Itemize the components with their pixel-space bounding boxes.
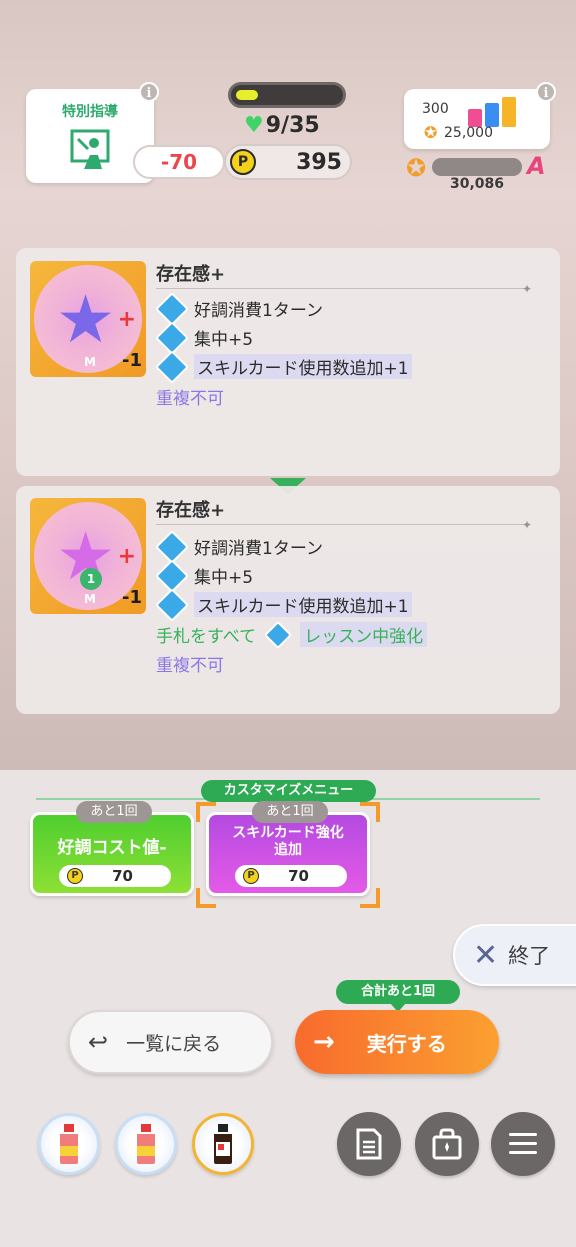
plus-icon: + bbox=[117, 544, 136, 569]
points-display: P 395 bbox=[224, 144, 352, 180]
bar-blue bbox=[485, 103, 499, 127]
bar-yellow bbox=[502, 97, 516, 127]
rank-star-icon: ✪ bbox=[406, 154, 427, 182]
focus-icon bbox=[155, 558, 189, 593]
skill-card-image: ★ + 1 M -1 bbox=[30, 498, 146, 614]
back-label: 一覧に戻る bbox=[126, 1032, 222, 1055]
skill-panel-after: ★ + 1 M -1 存在感+ ✦ 好調消費1ターン 集中+5 スキルカード使用… bbox=[16, 486, 560, 714]
skill-card-title: 存在感+ bbox=[156, 264, 226, 285]
sparkle-icon: ✦ bbox=[522, 518, 533, 532]
effect-line: スキルカード使用数追加+1 bbox=[155, 587, 412, 622]
effect-line: スキルカード使用数追加+1 bbox=[155, 349, 412, 384]
special-guidance-label: 特別指導 bbox=[62, 104, 118, 120]
main-menu-button[interactable] bbox=[491, 1112, 555, 1176]
customize-menu-label: カスタマイズメニュー bbox=[201, 780, 376, 802]
title-divider bbox=[156, 524, 528, 525]
option-title: スキルカード強化追加 bbox=[232, 825, 344, 858]
heart-icon: ♥ bbox=[244, 113, 264, 138]
card-cost: -1 bbox=[122, 587, 142, 608]
document-icon bbox=[356, 1128, 382, 1160]
enhance-level-badge: 1 bbox=[80, 568, 102, 590]
good-condition-icon bbox=[155, 291, 189, 326]
drink-item-2[interactable] bbox=[115, 1113, 177, 1175]
effect-line: 好調消費1ターン bbox=[155, 291, 323, 326]
enhance-note-suffix: レッスン中強化 bbox=[300, 622, 428, 647]
custom-option-skill-enhance[interactable]: あと1回 スキルカード強化追加 P 70 bbox=[206, 801, 370, 896]
effect-line: 集中+5 bbox=[155, 320, 253, 355]
point-coin-icon: P bbox=[230, 149, 256, 175]
hp-value: 9/35 bbox=[265, 113, 320, 138]
execute-label: 実行する bbox=[366, 1031, 447, 1056]
star-small-icon: ✪ bbox=[424, 123, 438, 142]
sparkle-icon: ✦ bbox=[522, 282, 533, 296]
plus-icon: + bbox=[117, 307, 136, 332]
bag-icon bbox=[432, 1128, 462, 1160]
skill-card-use-icon bbox=[155, 587, 189, 622]
option-cost: P 70 bbox=[235, 865, 347, 887]
drink-bottle-icon bbox=[60, 1124, 78, 1164]
star-art-icon: ★ bbox=[56, 281, 116, 358]
execute-button[interactable]: → 実行する bbox=[295, 1010, 499, 1074]
selection-corner bbox=[196, 888, 216, 908]
drink-item-3[interactable] bbox=[192, 1113, 254, 1175]
remaining-count: あと1回 bbox=[252, 801, 328, 823]
point-coin-icon: P bbox=[67, 868, 83, 884]
skill-card-title: 存在感+ bbox=[156, 500, 226, 521]
good-condition-icon bbox=[155, 529, 189, 564]
enhance-icon bbox=[263, 620, 293, 649]
hp-display: ♥ 9/35 bbox=[244, 113, 320, 138]
parameter-info-icon[interactable]: i bbox=[536, 82, 556, 102]
parameter-bottom-value: 25,000 bbox=[444, 125, 493, 141]
menu-icon bbox=[509, 1133, 537, 1154]
selection-corner bbox=[196, 802, 216, 822]
end-label: 終了 bbox=[508, 944, 551, 968]
enhance-note-prefix: 手札をすべて bbox=[156, 627, 257, 647]
point-coin-icon: P bbox=[243, 868, 259, 884]
stamina-fill bbox=[236, 90, 258, 100]
total-remaining-tag: 合計あと1回 bbox=[336, 980, 460, 1012]
card-cost: -1 bbox=[122, 350, 142, 371]
close-icon: ✕ bbox=[473, 937, 499, 973]
skill-card-use-icon bbox=[155, 349, 189, 384]
point-penalty: -70 bbox=[133, 145, 225, 179]
effect-line: 集中+5 bbox=[155, 558, 253, 593]
remaining-count: あと1回 bbox=[76, 801, 152, 823]
m-mark-icon: M bbox=[84, 355, 96, 369]
log-button[interactable] bbox=[337, 1112, 401, 1176]
no-duplicate-note: 重複不可 bbox=[156, 389, 224, 409]
parameter-card[interactable]: 300 25,000 ✪ bbox=[404, 89, 550, 149]
return-arrow-icon: ↩ bbox=[88, 1028, 109, 1056]
item-bag-button[interactable] bbox=[415, 1112, 479, 1176]
selection-corner bbox=[360, 802, 380, 822]
focus-icon bbox=[155, 320, 189, 355]
rank-letter: A bbox=[527, 152, 546, 180]
energy-bottle-icon bbox=[214, 1124, 232, 1164]
skill-card-image: ★ + M -1 bbox=[30, 261, 146, 377]
selection-corner bbox=[360, 888, 380, 908]
rank-points: 30,086 bbox=[450, 176, 505, 192]
skill-panel-before: ★ + M -1 存在感+ ✦ 好調消費1ターン 集中+5 スキルカード使用数追… bbox=[16, 248, 560, 476]
m-mark-icon: M bbox=[84, 592, 96, 606]
enhance-note: 手札をすべて レッスン中強化 bbox=[156, 620, 428, 649]
drink-item-1[interactable] bbox=[38, 1113, 100, 1175]
parameter-bars bbox=[468, 97, 516, 127]
title-divider bbox=[156, 288, 528, 289]
parameter-top-value: 300 bbox=[422, 101, 449, 117]
stamina-bar bbox=[228, 82, 346, 108]
arrow-right-icon: → bbox=[313, 1027, 335, 1057]
custom-option-good-cost[interactable]: あと1回 好調コスト値- P 70 bbox=[30, 801, 194, 896]
rank-bar bbox=[432, 158, 522, 176]
back-to-list-button[interactable]: ↩ 一覧に戻る bbox=[68, 1010, 273, 1074]
no-duplicate-note: 重複不可 bbox=[156, 656, 224, 676]
effect-line: 好調消費1ターン bbox=[155, 529, 323, 564]
option-title: 好調コスト値- bbox=[57, 838, 167, 858]
drink-bottle-icon bbox=[137, 1124, 155, 1164]
option-cost: P 70 bbox=[59, 865, 171, 887]
lecture-icon bbox=[70, 129, 110, 169]
end-button[interactable]: ✕ 終了 bbox=[453, 924, 576, 986]
special-info-icon[interactable]: i bbox=[139, 82, 159, 102]
points-value: 395 bbox=[296, 149, 342, 175]
